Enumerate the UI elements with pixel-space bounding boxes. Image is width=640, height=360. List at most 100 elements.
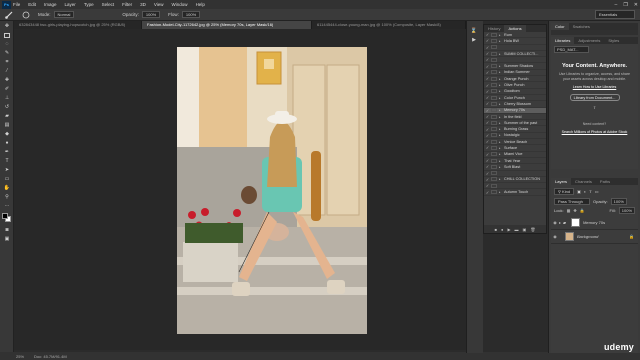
dialog-toggle-box[interactable]	[491, 139, 497, 144]
flow-field[interactable]: 100%	[181, 11, 201, 18]
action-toggle-checkbox[interactable]: ✓	[484, 70, 491, 75]
dialog-toggle-box[interactable]	[491, 133, 497, 138]
action-toggle-checkbox[interactable]: ✓	[484, 114, 491, 119]
dialog-toggle-box[interactable]	[491, 171, 497, 176]
shape-tool-icon[interactable]: ▭	[2, 175, 12, 183]
mode-dropdown[interactable]: Normal	[53, 11, 75, 18]
menu-file[interactable]: File	[13, 2, 20, 7]
layer-row-background[interactable]: ◉ Background 🔒	[551, 230, 638, 244]
tab-document-1[interactable]: 632843448 two-girls-playing-hopscotch.jp…	[14, 21, 142, 29]
action-toggle-checkbox[interactable]: ✓	[484, 64, 491, 69]
tab-libraries[interactable]: Libraries	[551, 37, 575, 44]
dialog-toggle-box[interactable]	[491, 83, 497, 88]
tab-history[interactable]: History	[484, 26, 504, 31]
eraser-tool-icon[interactable]: ▰	[2, 112, 12, 120]
lasso-tool-icon[interactable]: ◌	[2, 40, 12, 48]
action-toggle-checkbox[interactable]: ✓	[484, 120, 491, 125]
record-icon[interactable]: ●	[501, 227, 503, 232]
zoom-level[interactable]: 25%	[16, 354, 24, 359]
menu-edit[interactable]: Edit	[28, 2, 36, 7]
library-dropdown[interactable]: PSD_MAT...	[554, 46, 589, 53]
action-toggle-checkbox[interactable]: ✓	[484, 57, 491, 62]
dodge-tool-icon[interactable]: ●	[2, 139, 12, 147]
dialog-toggle-box[interactable]	[491, 51, 497, 56]
layer-kind-filter[interactable]: ⚲ Kind	[554, 188, 575, 195]
eyedropper-tool-icon[interactable]: ⁄	[2, 67, 12, 75]
workspace-dropdown[interactable]: Essentials	[595, 10, 635, 19]
action-toggle-checkbox[interactable]: ✓	[484, 76, 491, 81]
action-toggle-checkbox[interactable]: ✓	[484, 171, 491, 176]
learn-libraries-link[interactable]: Learn How to Use Libraries	[551, 85, 638, 89]
tab-document-3[interactable]: 611445444-close-young-man.jpg @ 100% (Co…	[312, 21, 466, 29]
zoom-tool-icon[interactable]: ⚲	[2, 193, 12, 201]
action-toggle-checkbox[interactable]: ✓	[484, 145, 491, 150]
layer-row-group[interactable]: ◉ ▸ ▰ Memory 70s	[551, 216, 638, 230]
layer-opacity-field[interactable]: 100%	[610, 198, 627, 205]
blend-mode-dropdown[interactable]: Pass Through	[554, 198, 590, 205]
healing-brush-tool-icon[interactable]: ✚	[2, 76, 12, 84]
dialog-toggle-box[interactable]	[491, 70, 497, 75]
action-toggle-checkbox[interactable]: ✓	[484, 190, 491, 195]
action-item[interactable]: ✓ ▸ Autumn Touch	[484, 189, 546, 196]
action-toggle-checkbox[interactable]: ✓	[484, 164, 491, 169]
history-brush-tool-icon[interactable]: ↺	[2, 103, 12, 111]
stop-icon[interactable]: ■	[495, 227, 497, 232]
layer-name[interactable]: Memory 70s	[583, 220, 605, 225]
action-toggle-checkbox[interactable]: ✓	[484, 45, 491, 50]
lock-pixels-icon[interactable]: ▦	[567, 208, 571, 213]
tab-adjustments[interactable]: Adjustments	[574, 38, 604, 43]
more-tools-icon[interactable]: ···	[2, 202, 12, 210]
action-toggle-checkbox[interactable]: ✓	[484, 183, 491, 188]
dialog-toggle-box[interactable]	[491, 120, 497, 125]
opacity-field[interactable]: 100%	[141, 11, 161, 18]
dialog-toggle-box[interactable]	[491, 158, 497, 163]
action-toggle-checkbox[interactable]: ✓	[484, 38, 491, 43]
blur-tool-icon[interactable]: ◆	[2, 130, 12, 138]
dialog-toggle-box[interactable]	[491, 64, 497, 69]
screen-mode-icon[interactable]: ▣	[2, 235, 12, 243]
action-toggle-checkbox[interactable]: ✓	[484, 51, 491, 56]
action-toggle-checkbox[interactable]: ✓	[484, 101, 491, 106]
dialog-toggle-box[interactable]	[491, 152, 497, 157]
fill-field[interactable]: 100%	[618, 207, 635, 214]
dialog-toggle-box[interactable]	[491, 190, 497, 195]
upload-icon[interactable]: ⇪	[551, 105, 638, 110]
quick-mask-icon[interactable]: ◙	[2, 226, 12, 234]
quick-select-tool-icon[interactable]: ✎	[2, 49, 12, 57]
visibility-eye-icon[interactable]: ◉	[551, 220, 559, 225]
layer-name[interactable]: Background	[577, 234, 598, 239]
action-toggle-checkbox[interactable]: ✓	[484, 139, 491, 144]
dialog-toggle-box[interactable]	[491, 57, 497, 62]
history-panel-icon[interactable]: ⌛	[469, 27, 479, 35]
dialog-toggle-box[interactable]	[491, 101, 497, 106]
action-toggle-checkbox[interactable]: ✓	[484, 133, 491, 138]
clone-stamp-tool-icon[interactable]: ⊥	[2, 94, 12, 102]
dialog-toggle-box[interactable]	[491, 127, 497, 132]
dialog-toggle-box[interactable]	[491, 177, 497, 182]
layer-mask-thumbnail[interactable]	[571, 218, 581, 227]
restore-icon[interactable]: ❐	[623, 2, 627, 8]
action-toggle-checkbox[interactable]: ✓	[484, 83, 491, 88]
filter-adjust-icon[interactable]: ◐	[584, 189, 586, 194]
dialog-toggle-box[interactable]	[491, 114, 497, 119]
dialog-toggle-box[interactable]	[491, 183, 497, 188]
visibility-eye-icon[interactable]: ◉	[551, 234, 559, 239]
dialog-toggle-box[interactable]	[491, 76, 497, 81]
menu-help[interactable]: Help	[196, 2, 205, 7]
brush-size-control[interactable]	[22, 11, 30, 19]
menu-view[interactable]: View	[154, 2, 164, 7]
brush-tool-icon[interactable]: ✐	[2, 85, 12, 93]
library-from-document-button[interactable]: Library from Document...	[569, 94, 620, 101]
tab-paths[interactable]: Paths	[596, 179, 614, 184]
filter-shape-icon[interactable]: ▭	[595, 189, 599, 194]
tab-color[interactable]: Color	[551, 23, 569, 30]
lock-all-icon[interactable]: 🔒	[580, 208, 585, 213]
close-icon[interactable]: ✕	[634, 2, 638, 8]
action-toggle-checkbox[interactable]: ✓	[484, 89, 491, 94]
color-swatches[interactable]	[0, 211, 13, 225]
action-toggle-checkbox[interactable]: ✓	[484, 32, 491, 37]
path-selection-tool-icon[interactable]: ➤	[2, 166, 12, 174]
menu-layer[interactable]: Layer	[65, 2, 76, 7]
dialog-toggle-box[interactable]	[491, 95, 497, 100]
minimize-icon[interactable]: –	[615, 2, 618, 8]
